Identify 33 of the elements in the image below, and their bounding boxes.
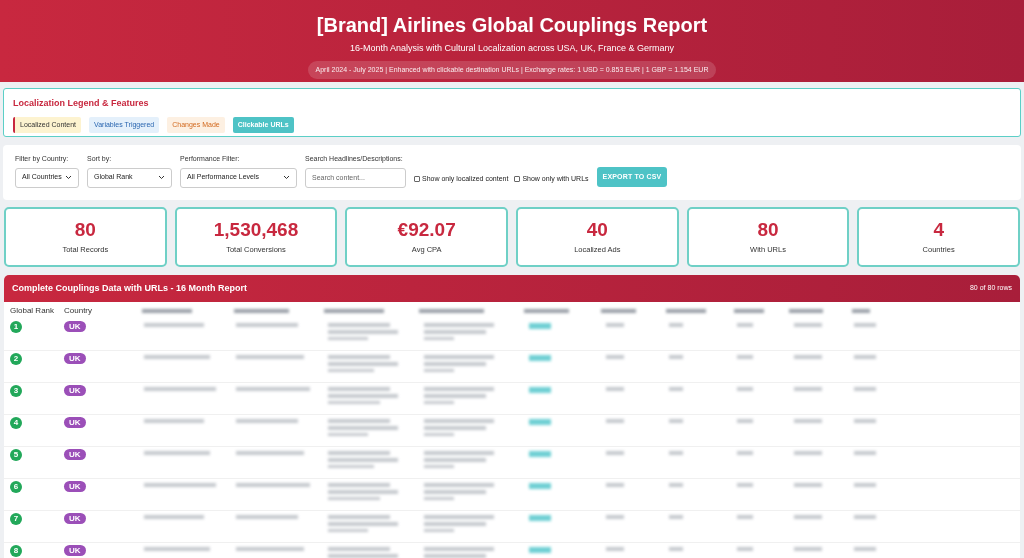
- rank-badge: 3: [10, 385, 22, 397]
- stat-value: 80: [74, 218, 96, 241]
- country-badge: UK: [64, 449, 86, 460]
- column-header: Global Rank: [9, 304, 56, 317]
- checkbox[interactable]: [414, 176, 420, 183]
- rank-badge: 5: [10, 449, 22, 461]
- chevron-down-icon: [283, 175, 290, 180]
- table-title: Complete Couplings Data with URLs - 16 Month Report: [12, 281, 247, 295]
- country-badge: UK: [64, 513, 86, 524]
- report-subtitle: 16-Month Analysis with Cultural Localization across USA, UK, France & Germany: [349, 42, 675, 55]
- stat-value: 1,530,468: [213, 218, 299, 241]
- column-header: Country: [64, 304, 93, 317]
- chevron-down-icon: [158, 175, 165, 180]
- stat-value: €92.07: [397, 218, 456, 241]
- rank-badge: 4: [10, 417, 22, 429]
- report-title: [Brand] Airlines Global Couplings Report: [316, 13, 708, 38]
- rank-badge: 1: [10, 321, 22, 333]
- country-badge: UK: [64, 481, 86, 492]
- rank-badge: 8: [10, 545, 22, 557]
- stat-value: 80: [757, 218, 779, 241]
- rank-badge: 6: [10, 481, 22, 493]
- country-badge: UK: [64, 321, 86, 332]
- checkbox[interactable]: [514, 176, 521, 183]
- country-badge: UK: [64, 545, 86, 556]
- chevron-down-icon: [65, 175, 72, 180]
- legend-title: Localization Legend & Features: [13, 97, 150, 110]
- country-badge: UK: [64, 385, 86, 396]
- country-badge: UK: [64, 417, 86, 428]
- stat-value: 40: [586, 218, 608, 241]
- rank-badge: 7: [10, 513, 22, 525]
- country-badge: UK: [64, 353, 86, 364]
- stat-value: 4: [933, 218, 944, 241]
- rank-badge: 2: [10, 353, 22, 365]
